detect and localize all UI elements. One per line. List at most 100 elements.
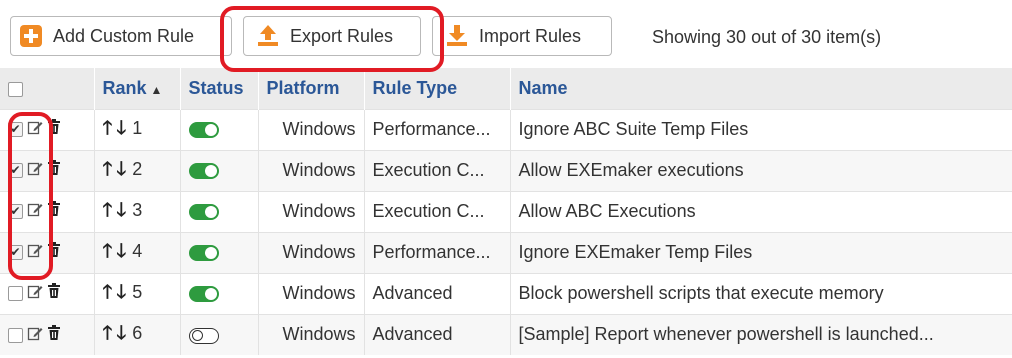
row-checkbox[interactable] [8, 286, 23, 302]
trash-icon[interactable] [47, 242, 61, 263]
platform-cell: Windows [258, 190, 365, 232]
arrow-down-icon[interactable]: 🡓 [116, 241, 126, 262]
rule-name-cell[interactable]: Block powershell scripts that execute me… [510, 272, 1012, 314]
row-checkbox[interactable]: ✔ [8, 204, 23, 220]
status-cell [180, 108, 259, 150]
status-toggle[interactable] [188, 204, 219, 221]
platform-cell: Windows [258, 272, 365, 314]
export-rules-button[interactable]: Export Rules [243, 16, 421, 56]
arrow-down-icon[interactable]: 🡓 [116, 118, 126, 139]
row-actions-cell [0, 272, 95, 314]
trash-icon[interactable] [47, 119, 61, 140]
edit-icon[interactable] [27, 201, 43, 222]
status-toggle[interactable] [188, 245, 219, 262]
import-rules-button[interactable]: Import Rules [432, 16, 612, 56]
trash-icon[interactable] [47, 201, 61, 222]
column-header-rank[interactable]: Rank ▲ [94, 68, 181, 109]
add-custom-rule-button[interactable]: Add Custom Rule [10, 16, 232, 56]
export-icon [256, 24, 280, 48]
toolbar: Add Custom Rule Export Rules Import Rule… [0, 0, 1012, 66]
rank-cell: 🡑 🡓 6 [94, 313, 181, 355]
plus-icon [19, 24, 43, 48]
rule-type-cell: Execution C... [364, 149, 511, 191]
rule-name-cell[interactable]: [Sample] Report whenever powershell is l… [510, 313, 1012, 355]
rank-cell: 🡑 🡓 1 [94, 108, 181, 150]
status-toggle[interactable] [188, 327, 219, 344]
row-actions-cell: ✔ [0, 149, 95, 191]
edit-icon[interactable] [27, 283, 43, 304]
arrow-up-icon[interactable]: 🡑 [103, 159, 113, 180]
status-toggle[interactable] [188, 163, 219, 180]
rank-cell: 🡑 🡓 4 [94, 231, 181, 273]
row-checkbox[interactable]: ✔ [8, 245, 23, 261]
status-toggle[interactable] [188, 122, 219, 139]
rule-type-cell: Advanced [364, 313, 511, 355]
arrow-down-icon[interactable]: 🡓 [116, 282, 126, 303]
rule-name-cell[interactable]: Ignore EXEmaker Temp Files [510, 231, 1012, 273]
rule-name-cell[interactable]: Allow ABC Executions [510, 190, 1012, 232]
arrow-down-icon[interactable]: 🡓 [116, 323, 126, 344]
trash-icon[interactable] [47, 160, 61, 181]
arrow-up-icon[interactable]: 🡑 [103, 200, 113, 221]
rank-value: 3 [132, 199, 143, 220]
select-all-checkbox[interactable] [8, 81, 23, 97]
import-icon [445, 24, 469, 48]
row-checkbox[interactable]: ✔ [8, 122, 23, 138]
arrow-up-icon[interactable]: 🡑 [103, 282, 113, 303]
edit-icon[interactable] [27, 325, 43, 346]
table-row[interactable]: ✔ 🡑 🡓 3 Windows Execution C... Allow ABC Execu… [0, 190, 1012, 232]
arrow-up-icon[interactable]: 🡑 [103, 241, 113, 262]
rank-cell: 🡑 🡓 3 [94, 190, 181, 232]
status-cell [180, 313, 259, 355]
rule-type-cell: Performance... [364, 231, 511, 273]
arrow-down-icon[interactable]: 🡓 [116, 159, 126, 180]
table-row[interactable]: ✔ 🡑 🡓 2 Windows Execution C... Allow EXEmaker … [0, 149, 1012, 191]
arrow-down-icon[interactable]: 🡓 [116, 200, 126, 221]
rank-value: 6 [132, 322, 143, 343]
edit-icon[interactable] [27, 242, 43, 263]
rank-cell: 🡑 🡓 2 [94, 149, 181, 191]
status-cell [180, 272, 259, 314]
platform-cell: Windows [258, 231, 365, 273]
rule-type-cell: Performance... [364, 108, 511, 150]
row-actions-cell [0, 313, 95, 355]
table-row[interactable]: ✔ 🡑 🡓 1 Windows Performance... Ignore ABC Suit… [0, 108, 1012, 150]
platform-cell: Windows [258, 108, 365, 150]
rule-name-cell[interactable]: Allow EXEmaker executions [510, 149, 1012, 191]
status-cell [180, 149, 259, 191]
sort-ascending-icon: ▲ [150, 82, 163, 97]
edit-icon[interactable] [27, 160, 43, 181]
table-row[interactable]: ✔ 🡑 🡓 4 Windows Performance... Ignore EXEmaker… [0, 231, 1012, 273]
rank-cell: 🡑 🡓 5 [94, 272, 181, 314]
rank-value: 4 [132, 240, 143, 261]
table-header-row: Rank ▲ Status Platform Rule Type Name [0, 68, 1012, 109]
rule-name-cell[interactable]: Ignore ABC Suite Temp Files [510, 108, 1012, 150]
row-actions-cell: ✔ [0, 231, 95, 273]
rule-type-cell: Advanced [364, 272, 511, 314]
row-checkbox[interactable] [8, 327, 23, 343]
status-cell [180, 190, 259, 232]
column-header-status[interactable]: Status [180, 68, 259, 109]
column-header-platform[interactable]: Platform [258, 68, 365, 109]
trash-icon[interactable] [47, 324, 61, 346]
add-custom-rule-label: Add Custom Rule [53, 25, 195, 46]
arrow-up-icon[interactable]: 🡑 [103, 118, 113, 139]
status-toggle[interactable] [188, 286, 219, 303]
rank-value: 2 [132, 158, 143, 179]
row-actions-cell: ✔ [0, 108, 95, 150]
trash-icon[interactable] [47, 283, 61, 304]
row-checkbox[interactable]: ✔ [8, 163, 23, 179]
arrow-up-icon[interactable]: 🡑 [103, 323, 113, 344]
table-row[interactable]: 🡑 🡓 6 Windows Advanced [Sample] Report whenev… [0, 313, 1012, 355]
platform-cell: Windows [258, 149, 365, 191]
item-count-text: Showing 30 out of 30 item(s) [652, 27, 882, 47]
import-rules-label: Import Rules [479, 25, 582, 46]
row-actions-cell: ✔ [0, 190, 95, 232]
edit-icon[interactable] [27, 119, 43, 140]
select-all-header [0, 68, 95, 109]
rank-value: 5 [132, 281, 143, 302]
table-body: ✔ 🡑 🡓 1 Windows Performance... Ignore ABC Suit… [0, 108, 1012, 355]
column-header-name[interactable]: Name [510, 68, 1012, 109]
column-header-rule-type[interactable]: Rule Type [364, 68, 511, 109]
table-row[interactable]: 🡑 🡓 5 Windows Advanced Block powershell scrip… [0, 272, 1012, 314]
